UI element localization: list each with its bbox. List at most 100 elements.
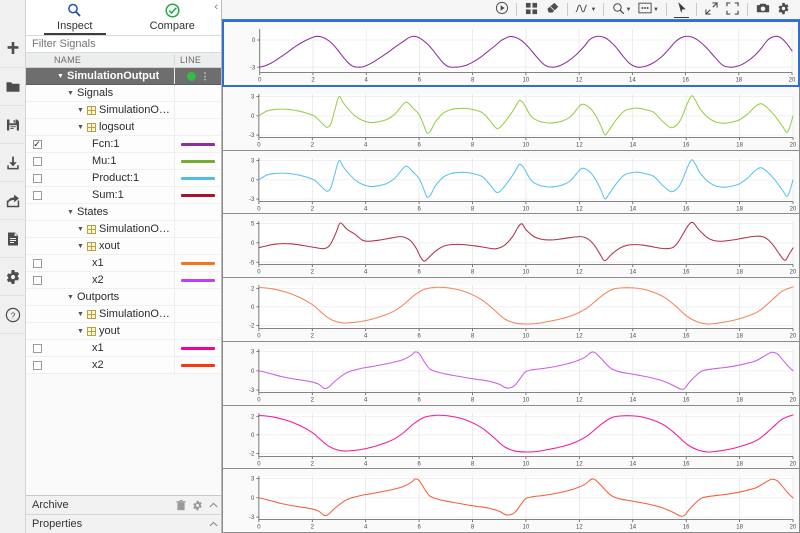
zoom-button[interactable]: ▼ <box>608 1 635 19</box>
tree-row[interactable]: ▼ SimulationOutput <box>26 221 221 238</box>
line-color-swatch[interactable] <box>181 261 215 265</box>
chevron-down-icon[interactable]: ▼ <box>76 327 85 336</box>
signal-checkbox[interactable] <box>32 173 42 183</box>
chevron-down-icon[interactable]: ▼ <box>76 225 85 234</box>
tree-row[interactable]: ▼ SimulationOutput <box>26 102 221 119</box>
chevron-down-icon[interactable]: ▼ <box>76 106 85 115</box>
signal-tree[interactable]: ▼ SimulationOutput ⋮ ▼ Signals ▼ SimulationOut… <box>26 68 221 495</box>
search-input[interactable] <box>30 37 221 51</box>
tree-row[interactable]: ▼ Signals <box>26 85 221 102</box>
gear-icon[interactable] <box>0 258 26 296</box>
subplot-5[interactable]: 0 2 4 6 8 10 12 14 16 18 20 2 0 -2 <box>222 278 800 342</box>
signal-checkbox[interactable] <box>32 360 42 370</box>
signal-style-button[interactable]: ▼ <box>572 1 599 19</box>
archive-bar[interactable]: Archive <box>26 495 221 514</box>
signal-checkbox[interactable] <box>32 275 42 285</box>
line-color-swatch[interactable] <box>181 193 215 197</box>
signal-checkbox[interactable] <box>32 258 42 268</box>
line-color-swatch[interactable] <box>181 278 215 282</box>
row-name-cell: ▼ yout <box>48 325 174 337</box>
subplot-4[interactable]: 0 2 4 6 8 10 12 14 16 18 20 5 0 -5 <box>222 214 800 278</box>
subplot-7[interactable]: 0 2 4 6 8 10 12 14 16 18 20 2 0 -2 <box>222 405 800 470</box>
layout-grid-button[interactable] <box>521 1 542 19</box>
chevron-down-icon[interactable]: ▼ <box>591 7 597 13</box>
subplot-6[interactable]: 0 2 4 6 8 10 12 14 16 18 20 3 0 -3 <box>222 341 800 406</box>
layout-grid-icon <box>525 2 538 18</box>
tree-row-run[interactable]: ▼ SimulationOutput ⋮ <box>26 68 221 85</box>
properties-bar[interactable]: Properties <box>26 514 221 533</box>
report-icon[interactable] <box>0 220 26 258</box>
expand-arrows-button[interactable] <box>701 1 722 19</box>
run-button[interactable] <box>491 1 512 19</box>
svg-text:18: 18 <box>736 397 743 403</box>
chevron-down-icon[interactable]: ▼ <box>76 310 85 319</box>
tree-row[interactable]: ▼ yout <box>26 323 221 340</box>
tree-row[interactable]: ▼ SimulationOutput <box>26 306 221 323</box>
signal-checkbox[interactable] <box>32 156 42 166</box>
svg-text:10: 10 <box>523 461 530 467</box>
search-icon <box>66 1 83 20</box>
svg-text:10: 10 <box>523 206 530 212</box>
svg-text:18: 18 <box>736 334 743 340</box>
help-icon[interactable]: ? <box>0 296 26 334</box>
line-color-swatch[interactable] <box>181 176 215 180</box>
chevron-up-icon[interactable] <box>205 500 221 511</box>
row-name-cell: ▼ SimulationOutput <box>48 223 174 235</box>
download-icon[interactable] <box>0 144 26 182</box>
tab-inspect[interactable]: Inspect <box>26 0 124 35</box>
tree-row[interactable]: x1 <box>26 340 221 357</box>
fit-to-view-button[interactable]: ▼ <box>635 1 662 19</box>
svg-text:20: 20 <box>790 461 797 467</box>
signal-checkbox[interactable] <box>32 190 42 200</box>
add-icon[interactable] <box>0 30 26 68</box>
chevron-down-icon[interactable]: ▼ <box>66 293 75 302</box>
camera-button[interactable] <box>752 1 773 19</box>
eraser-button[interactable] <box>542 1 563 19</box>
cursor-arrow-button[interactable] <box>671 1 692 19</box>
chevron-down-icon[interactable]: ▼ <box>56 72 65 81</box>
line-color-swatch[interactable] <box>181 363 215 367</box>
signal-checkbox[interactable]: ✓ <box>32 139 42 149</box>
tab-compare[interactable]: Compare <box>123 0 221 35</box>
subplot-1[interactable]: 0 2 4 6 8 10 12 14 16 18 20 0 -3 <box>222 20 800 87</box>
tree-row[interactable]: ▼ xout <box>26 238 221 255</box>
chevron-down-icon[interactable]: ▼ <box>626 7 632 13</box>
tree-row[interactable]: Sum:1 <box>26 187 221 204</box>
gear-icon[interactable] <box>189 500 205 511</box>
tree-row[interactable]: ▼ Outports <box>26 289 221 306</box>
chevron-down-icon[interactable]: ▼ <box>76 242 85 251</box>
chevron-down-icon[interactable]: ▼ <box>66 89 75 98</box>
chevron-down-icon[interactable]: ▼ <box>66 208 75 217</box>
chevron-down-icon[interactable]: ▼ <box>76 123 85 132</box>
tree-row[interactable]: x1 <box>26 255 221 272</box>
tree-row[interactable]: x2 <box>26 357 221 374</box>
chevron-down-icon[interactable]: ▼ <box>653 7 659 13</box>
line-color-swatch[interactable] <box>181 159 215 163</box>
tree-row[interactable]: ▼ logsout <box>26 119 221 136</box>
trash-icon[interactable] <box>173 499 189 511</box>
row-checkbox-cell <box>26 258 48 268</box>
svg-text:10: 10 <box>523 334 530 340</box>
tree-row[interactable]: x2 <box>26 272 221 289</box>
chevron-up-icon[interactable] <box>205 519 221 530</box>
gear-button[interactable] <box>773 1 794 19</box>
fullscreen-button[interactable] <box>722 1 743 19</box>
tree-row[interactable]: ▼ States <box>26 204 221 221</box>
collapse-panel-icon[interactable]: ‹ <box>214 2 218 13</box>
save-icon[interactable] <box>0 106 26 144</box>
row-menu-icon[interactable]: ⋮ <box>201 72 210 81</box>
signal-checkbox[interactable] <box>32 343 42 353</box>
svg-text:16: 16 <box>683 206 690 212</box>
line-color-swatch[interactable] <box>181 346 215 350</box>
cursor-arrow-icon <box>676 1 688 18</box>
tree-row[interactable]: ✓ Fcn:1 <box>26 136 221 153</box>
tree-row[interactable]: Mu:1 <box>26 153 221 170</box>
subplot-3[interactable]: 0 2 4 6 8 10 12 14 16 18 20 3 0 -3 <box>222 150 800 215</box>
share-icon[interactable] <box>0 182 26 220</box>
subplot-8[interactable]: 0 2 4 6 8 10 12 14 16 18 20 3 0 -3 <box>222 469 800 533</box>
line-color-swatch[interactable] <box>181 142 215 146</box>
tree-row[interactable]: Product:1 <box>26 170 221 187</box>
subplot-2[interactable]: 0 2 4 6 8 10 12 14 16 18 20 3 0 -3 <box>222 86 800 151</box>
folder-icon[interactable] <box>0 68 26 106</box>
svg-text:12: 12 <box>576 206 583 212</box>
